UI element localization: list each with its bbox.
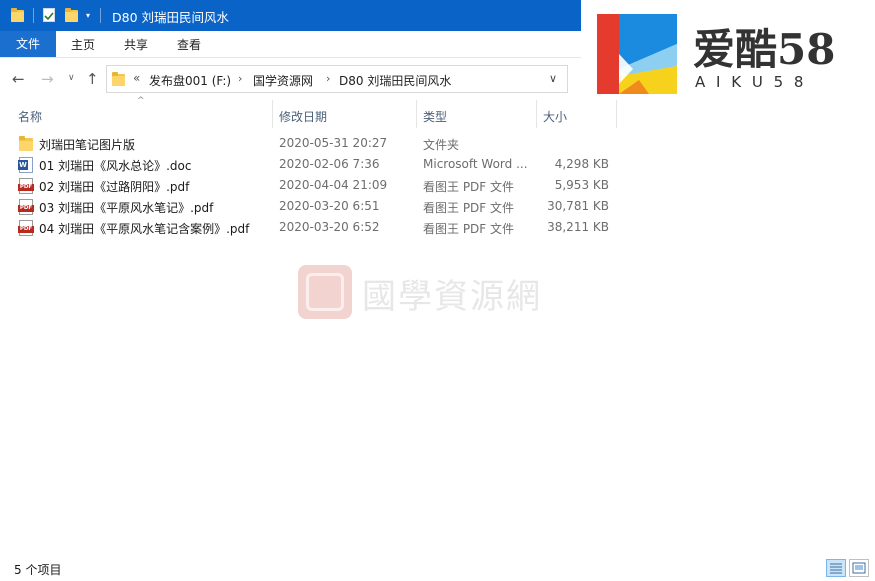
back-arrow-icon[interactable]: ←	[12, 70, 25, 88]
list-item[interactable]: PDF 02 刘瑞田《过路阴阳》.pdf 2020-04-04 21:09 看图…	[14, 175, 614, 196]
item-count: 5 个项目	[14, 563, 62, 577]
new-folder-icon[interactable]	[65, 8, 78, 22]
logo-subtitle: A I K U 5 8	[695, 73, 807, 91]
pdf-icon: PDF	[18, 220, 34, 236]
properties-icon[interactable]	[43, 8, 55, 22]
breadcrumb-item[interactable]: D80 刘瑞田民间风水	[339, 72, 451, 89]
list-item[interactable]: PDF 03 刘瑞田《平原风水笔记》.pdf 2020-03-20 6:51 看…	[14, 196, 614, 217]
file-size: 38,211 KB	[547, 220, 609, 234]
file-date: 2020-03-20 6:51	[279, 199, 380, 213]
forward-arrow-icon[interactable]: →	[41, 70, 54, 88]
navigation-bar: ← → ∨ ↑ « 发布盘001 (F:) › 国学资源网 › D80 刘瑞田民…	[0, 62, 581, 96]
file-name: 03 刘瑞田《平原风水笔记》.pdf	[39, 201, 214, 215]
file-date: 2020-03-20 6:52	[279, 220, 380, 234]
column-header-type[interactable]: 类型	[423, 108, 447, 125]
file-date: 2020-05-31 20:27	[279, 136, 388, 150]
column-header-name[interactable]: 名称	[18, 108, 42, 125]
watermark-text: 國學資源網	[362, 277, 542, 317]
tab-home[interactable]: 主页	[71, 36, 95, 53]
file-name: 04 刘瑞田《平原风水笔记含案例》.pdf	[39, 222, 250, 236]
title-bar: ▾ D80 刘瑞田民间风水	[0, 0, 581, 31]
customize-quick-access-icon[interactable]: ▾	[86, 11, 90, 20]
file-size: 4,298 KB	[554, 157, 609, 171]
file-name: 01 刘瑞田《风水总论》.doc	[39, 159, 192, 173]
folder-icon	[19, 136, 33, 151]
details-view-icon[interactable]	[826, 559, 846, 577]
divider[interactable]	[416, 100, 417, 128]
large-icons-view-icon[interactable]	[849, 559, 869, 577]
divider	[100, 8, 101, 23]
recent-locations-chevron-icon[interactable]: ∨	[68, 73, 75, 83]
file-name: 02 刘瑞田《过路阴阳》.pdf	[39, 180, 190, 194]
pdf-icon: PDF	[18, 199, 34, 215]
up-arrow-icon[interactable]: ↑	[86, 70, 99, 88]
file-type: 文件夹	[423, 138, 460, 152]
list-item[interactable]: PDF 04 刘瑞田《平原风水笔记含案例》.pdf 2020-03-20 6:5…	[14, 217, 614, 238]
chevron-right-icon[interactable]: ›	[326, 72, 330, 85]
chevron-right-icon[interactable]: ›	[238, 72, 242, 85]
window-title: D80 刘瑞田民间风水	[112, 10, 230, 25]
sort-ascending-icon: ^	[137, 96, 145, 106]
list-item[interactable]: 刘瑞田笔记图片版 2020-05-31 20:27 文件夹	[14, 133, 614, 154]
tab-file[interactable]: 文件	[0, 31, 56, 57]
column-headers: ^ 名称 修改日期 类型 大小	[0, 96, 620, 128]
watermark-seal-icon	[298, 265, 352, 319]
ribbon: 文件 主页 共享 查看	[0, 31, 581, 58]
tab-view[interactable]: 查看	[177, 36, 201, 53]
list-item[interactable]: W 01 刘瑞田《风水总论》.doc 2020-02-06 7:36 Micro…	[14, 154, 614, 175]
watermark: 國學資源網	[298, 263, 598, 323]
column-header-date[interactable]: 修改日期	[279, 108, 327, 125]
pdf-icon: PDF	[18, 178, 34, 194]
breadcrumb-overflow[interactable]: «	[133, 71, 140, 85]
aiku58-logo: 爱酷58 A I K U 5 8	[597, 14, 875, 94]
file-name: 刘瑞田笔记图片版	[39, 138, 136, 152]
aiku58-logo-mark-icon	[597, 14, 677, 94]
breadcrumb-item[interactable]: 发布盘001 (F:)	[149, 72, 231, 89]
file-size: 30,781 KB	[547, 199, 609, 213]
column-header-size[interactable]: 大小	[543, 108, 567, 125]
address-dropdown-icon[interactable]: ∨	[549, 72, 557, 85]
folder-icon	[112, 72, 125, 86]
divider	[33, 8, 34, 23]
file-date: 2020-04-04 21:09	[279, 178, 388, 192]
word-doc-icon: W	[18, 157, 33, 173]
divider[interactable]	[272, 100, 273, 128]
divider[interactable]	[536, 100, 537, 128]
divider[interactable]	[616, 100, 617, 128]
breadcrumb-item[interactable]: 国学资源网	[253, 72, 313, 89]
address-bar[interactable]: « 发布盘001 (F:) › 国学资源网 › D80 刘瑞田民间风水 ∨	[106, 65, 568, 93]
status-bar: 5 个项目	[0, 556, 875, 581]
tab-share[interactable]: 共享	[124, 36, 148, 53]
folder-icon	[11, 8, 24, 22]
logo-title: 爱酷58	[693, 25, 836, 74]
file-size: 5,953 KB	[554, 178, 609, 192]
file-date: 2020-02-06 7:36	[279, 157, 380, 171]
